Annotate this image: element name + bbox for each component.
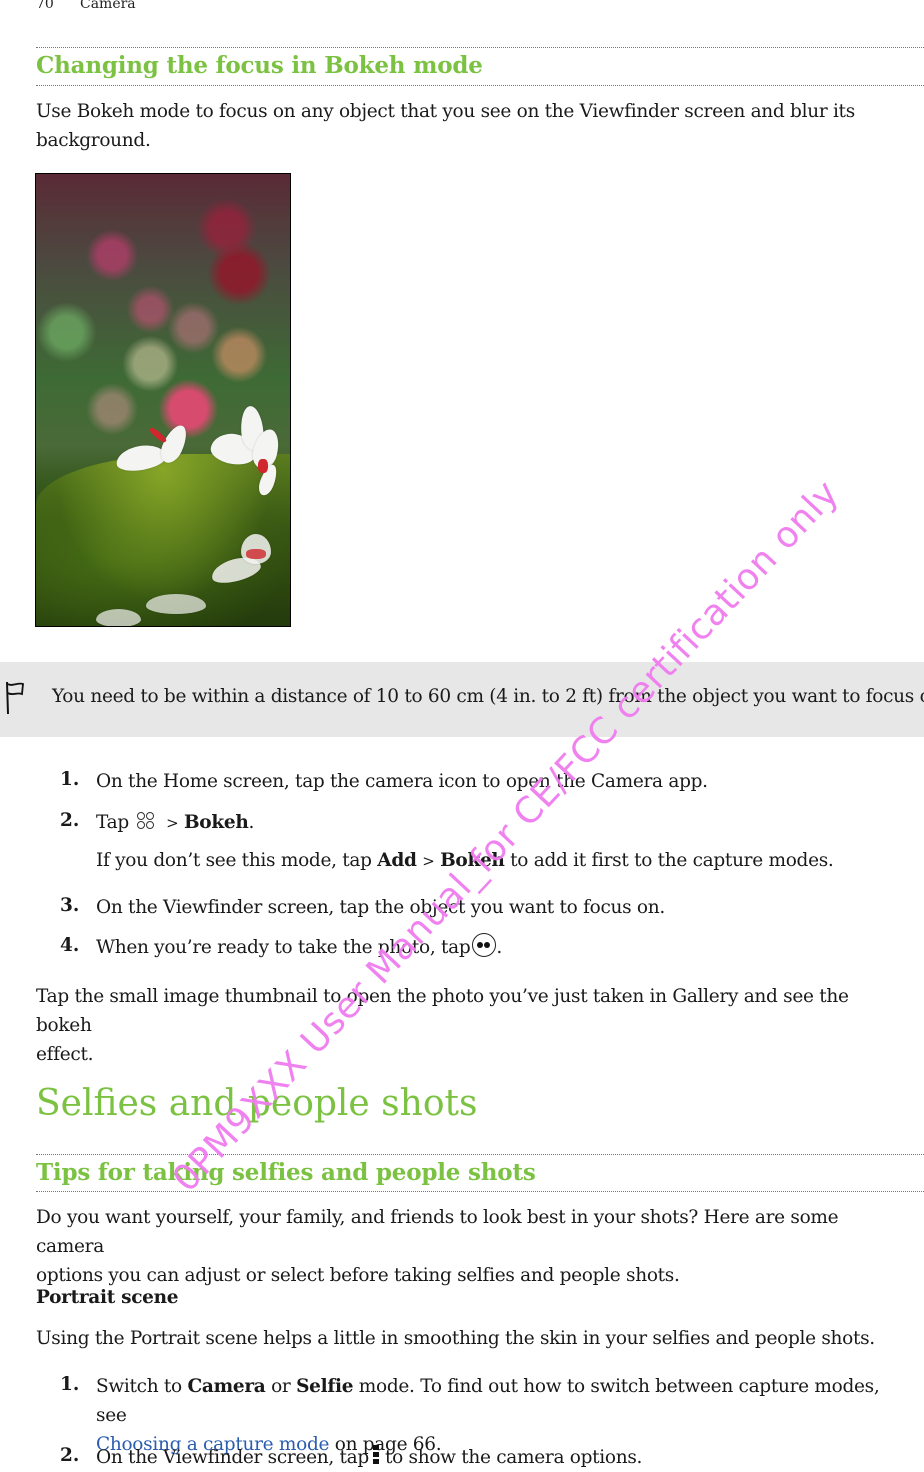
intro-line: Use Bokeh mode to focus on any object th… [36, 101, 855, 122]
tips-intro-line: Do you want yourself, your family, and f… [36, 1207, 839, 1257]
mode-camera: Camera [187, 1376, 266, 1397]
photo-petal [146, 594, 206, 614]
step-number: 2. [60, 1445, 80, 1466]
step-subtext: If you don’t see this mode, tap Add > Bo… [96, 850, 834, 871]
outro-line: effect. [36, 1044, 94, 1065]
bokeh-shutter-icon [472, 933, 497, 957]
step-text-part: If you don’t see this mode, tap [96, 850, 372, 871]
outro-line: Tap the small image thumbnail to open th… [36, 986, 849, 1036]
step-text-part: When you’re ready to take the photo, tap [96, 937, 471, 958]
step-number: 1. [60, 1374, 80, 1395]
chapter-heading-selfies: Selfies and people shots [36, 1083, 478, 1124]
step-text: Tap > Bokeh. [96, 808, 896, 838]
outro-paragraph: Tap the small image thumbnail to open th… [36, 982, 896, 1069]
flag-icon [6, 681, 24, 715]
intro-paragraph: Use Bokeh mode to focus on any object th… [36, 97, 896, 155]
menu-item-add: Add [377, 850, 417, 871]
chapter-name: Camera [80, 0, 136, 12]
menu-separator: > [422, 852, 435, 870]
step-text-part: to show the camera options. [384, 1447, 643, 1468]
capture-modes-icon [136, 812, 155, 830]
step-text: When you’re ready to take the photo, tap… [96, 933, 896, 962]
step-text-part: . [496, 937, 502, 958]
mode-selfie: Selfie [296, 1376, 354, 1397]
divider [36, 47, 924, 48]
step-text-part: or [271, 1376, 291, 1397]
section-heading-bokeh: Changing the focus in Bokeh mode [36, 52, 483, 79]
portrait-text: Using the Portrait scene helps a little … [36, 1328, 875, 1349]
portrait-subhead: Portrait scene [36, 1287, 179, 1308]
more-options-icon [372, 1445, 379, 1465]
photo-stamen [246, 549, 266, 559]
step-text: On the Viewfinder screen, tap the object… [96, 897, 665, 918]
step-text: On the Home screen, tap the camera icon … [96, 771, 708, 792]
menu-separator: > [166, 814, 179, 832]
step-number: 2. [60, 810, 80, 831]
step-text-part: to add it first to the capture modes. [510, 850, 834, 871]
menu-item-bokeh: Bokeh [440, 850, 505, 871]
divider [36, 1191, 924, 1192]
intro-line: background. [36, 130, 151, 151]
step-text-part: Tap [96, 812, 129, 833]
photo-stamen [148, 426, 168, 444]
step-text-part: Switch to [96, 1376, 182, 1397]
step-number: 4. [60, 935, 80, 956]
step-text-part: . [248, 812, 255, 833]
divider [36, 85, 924, 86]
section-heading-tips: Tips for taking selfies and people shots [36, 1159, 536, 1186]
photo-petal [96, 609, 141, 626]
menu-item-bokeh: Bokeh [183, 812, 249, 833]
photo-stamen [258, 459, 268, 473]
step-number: 1. [60, 769, 80, 790]
step-number: 3. [60, 895, 80, 916]
bokeh-example-photo [35, 173, 291, 627]
divider [36, 1154, 924, 1155]
note-box: You need to be within a distance of 10 t… [0, 662, 924, 737]
tips-intro: Do you want yourself, your family, and f… [36, 1203, 896, 1290]
note-text: You need to be within a distance of 10 t… [52, 686, 924, 707]
step-text-part: On the Viewfinder screen, tap [96, 1447, 369, 1468]
step-text: On the Viewfinder screen, tap to show the… [96, 1443, 896, 1472]
page-number: 70 [36, 0, 54, 12]
running-header: 70 Camera [36, 0, 136, 12]
